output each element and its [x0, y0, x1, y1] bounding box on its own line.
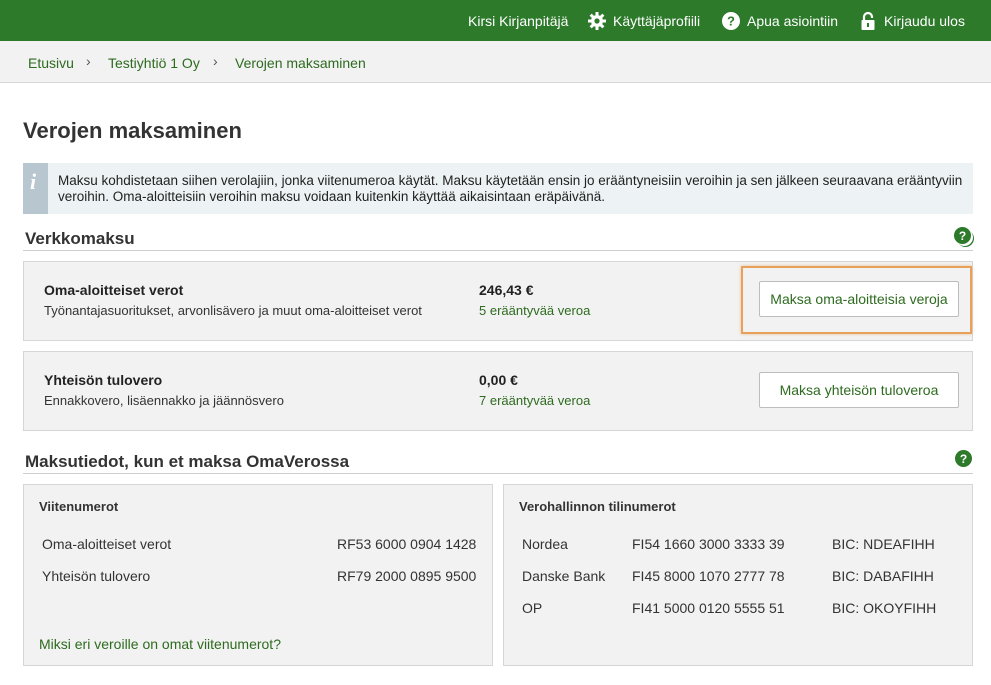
section-title-verkkomaksu: Verkkomaksu	[25, 229, 135, 248]
bank-name: OP	[522, 600, 543, 616]
help-circle-icon: ?	[721, 11, 741, 31]
bank-bic: BIC: NDEAFIHH	[832, 536, 935, 552]
pay-oma-aloitteiset-button[interactable]: Maksa oma-aloitteisia veroja	[759, 281, 959, 317]
bank-name: Nordea	[522, 536, 568, 552]
reference-number: RF53 6000 0904 1428	[337, 536, 477, 552]
bank-iban: FI41 5000 0120 5555 51	[632, 600, 785, 616]
bank-bic: BIC: OKOYFIHH	[832, 600, 937, 616]
reference-numbers-header: Viitenumerot	[39, 499, 119, 514]
user-profile-label: Käyttäjäprofiili	[613, 12, 701, 29]
logout-link[interactable]: Kirjaudu ulos	[858, 0, 965, 41]
logout-label: Kirjaudu ulos	[884, 12, 965, 29]
breadcrumb: Etusivu › Testiyhtiö 1 Oy › Verojen maks…	[0, 41, 991, 83]
pay-yhteison-tulovero-button[interactable]: Maksa yhteisön tuloveroa	[759, 372, 959, 408]
bank-accounts-header: Verohallinnon tilinumerot	[519, 499, 676, 514]
tax-amount: 246,43 €	[479, 282, 534, 298]
breadcrumb-current[interactable]: Verojen maksaminen	[235, 55, 366, 71]
top-bar: Kirsi Kirjanpitäjä Käyttäjäprofiili ? Ap…	[0, 0, 991, 41]
section-divider	[23, 473, 973, 474]
bank-name: Danske Bank	[522, 568, 606, 584]
tax-amount: 0,00 €	[479, 372, 518, 388]
tax-panel-title: Oma-aloitteiset verot	[44, 282, 184, 298]
section-divider	[23, 250, 973, 251]
user-profile-link[interactable]: Käyttäjäprofiili	[587, 0, 700, 41]
help-icon[interactable]: ?	[955, 450, 972, 467]
info-notice: i Maksu kohdistetaan siihen verolajiin, …	[23, 163, 973, 214]
reference-label: Yhteisön tulovero	[42, 568, 151, 584]
bank-accounts-panel: Verohallinnon tilinumerot Nordea FI54 16…	[503, 484, 973, 666]
page-title: Verojen maksaminen	[23, 118, 242, 143]
reference-numbers-info-link[interactable]: Miksi eri veroille on omat viitenumerot?	[39, 636, 281, 652]
info-text: Maksu kohdistetaan siihen verolajiin, jo…	[58, 173, 963, 204]
bank-bic: BIC: DABAFIHH	[832, 568, 934, 584]
user-name: Kirsi Kirjanpitäjä	[468, 12, 569, 29]
tax-panel-subtitle: Ennakkovero, lisäennakko ja jäännösvero	[44, 393, 284, 408]
lock-icon	[858, 11, 878, 31]
breadcrumb-separator-icon: ›	[213, 53, 218, 69]
gear-icon	[587, 11, 607, 31]
svg-text:?: ?	[727, 13, 735, 28]
info-icon: i	[30, 169, 37, 194]
help-label: Apua asiointiin	[747, 12, 839, 29]
breadcrumb-company[interactable]: Testiyhtiö 1 Oy	[108, 55, 200, 71]
help-icon[interactable]: ?	[954, 227, 971, 244]
breadcrumb-separator-icon: ›	[86, 53, 91, 69]
reference-label: Oma-aloitteiset verot	[42, 536, 172, 552]
bank-iban: FI54 1660 3000 3333 39	[632, 536, 785, 552]
breadcrumb-home[interactable]: Etusivu	[28, 55, 74, 71]
reference-number: RF79 2000 0895 9500	[337, 568, 477, 584]
due-count: 7 erääntyvää veroa	[479, 393, 591, 408]
bank-iban: FI45 8000 1070 2777 78	[632, 568, 785, 584]
user-name-link[interactable]: Kirsi Kirjanpitäjä	[468, 0, 568, 41]
info-bar: i	[23, 163, 48, 214]
help-link[interactable]: ? Apua asiointiin	[721, 0, 838, 41]
tax-panel-subtitle: Työnantajasuoritukset, arvonlisävero ja …	[44, 303, 422, 318]
tax-panel-title: Yhteisön tulovero	[44, 372, 163, 388]
section-title-maksutiedot: Maksutiedot, kun et maksa OmaVerossa	[25, 452, 350, 471]
due-count: 5 erääntyvää veroa	[479, 303, 591, 318]
reference-numbers-panel: Viitenumerot Oma-aloitteiset verot RF53 …	[23, 484, 493, 666]
